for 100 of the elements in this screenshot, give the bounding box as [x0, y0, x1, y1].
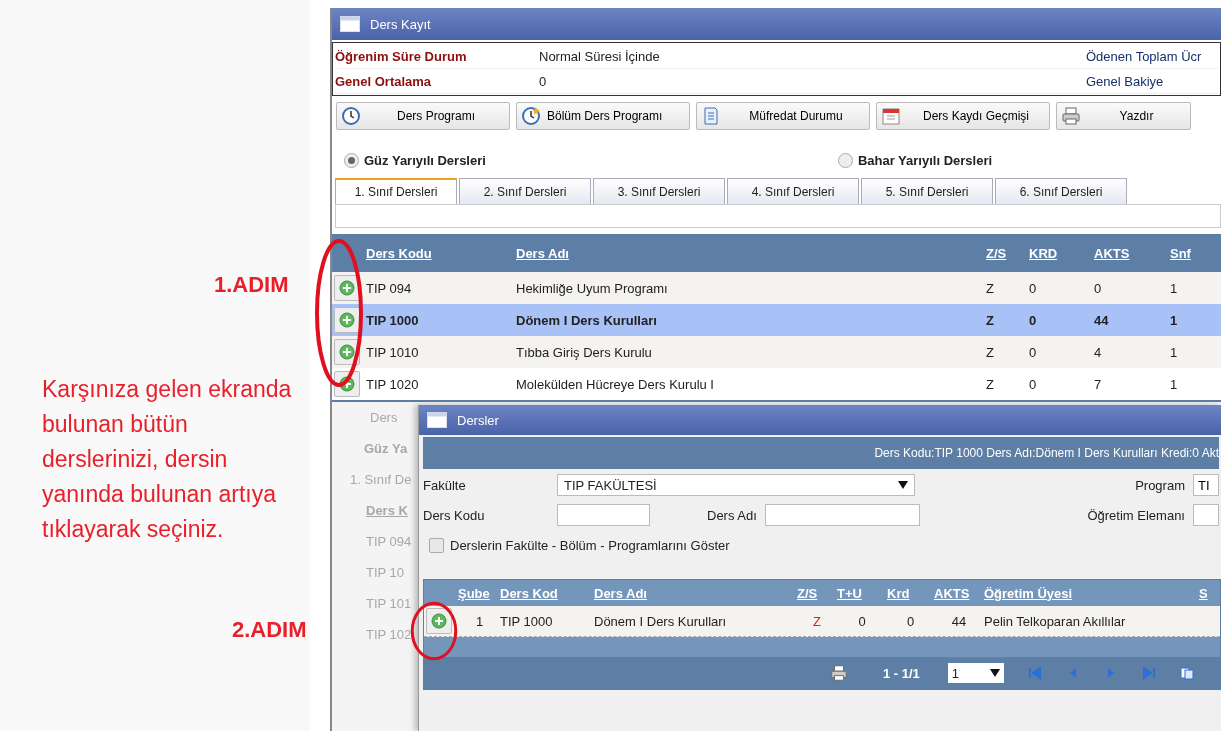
caret-icon	[898, 481, 908, 489]
table-cell-text: TIP 1000	[366, 312, 420, 328]
table-cell-text: TIP 101	[366, 595, 412, 613]
column-header[interactable]: AKTS	[1094, 245, 1170, 261]
printer-icon[interactable]	[829, 664, 849, 682]
table-cell-text: 44	[1094, 312, 1110, 328]
toolbar-button[interactable]: Müfredat Durumu	[696, 102, 870, 130]
info-value: Normal Süresi İçinde	[539, 48, 661, 64]
info-value: 0	[539, 73, 548, 89]
add-button[interactable]	[334, 307, 360, 333]
program-field[interactable]: TI	[1193, 474, 1219, 496]
toolbar-button[interactable]: Bölüm Ders Programı	[516, 102, 690, 130]
table-cell-text: Hekimliğe Uyum Programı	[516, 280, 669, 296]
table-row[interactable]: TIP 094 Hekimliğe Uyum Programı Z 0 0 1	[332, 272, 1221, 304]
table-cell-text: TIP 094	[366, 280, 413, 296]
table-cell-text: 7	[1094, 376, 1103, 392]
table-cell-text: 0	[857, 613, 867, 629]
toolbar-button[interactable]: Ders Programı	[336, 102, 510, 130]
table-cell-text: TIP 1000	[500, 613, 554, 629]
table-cell-text: 1	[1170, 376, 1179, 392]
column-header: Ders K	[366, 502, 408, 520]
table-cell-text: TIP 10	[366, 564, 405, 582]
table-row[interactable]: TIP 1010 Tıbba Giriş Ders Kurulu Z 0 4 1	[332, 336, 1221, 368]
calendar-icon	[881, 106, 901, 126]
step-label: 2.ADIM	[232, 617, 307, 643]
table-cell-text: 0	[1094, 280, 1103, 296]
table-cell-text: Z	[986, 376, 995, 392]
course-code-field[interactable]	[557, 504, 650, 526]
table-cell-text: 1	[475, 613, 485, 629]
caret-icon	[989, 669, 1000, 677]
tab[interactable]: 3. Sınıf Dersleri	[593, 178, 725, 204]
instruction-text: Karşınıza gelen ekranda bulunan bütün derslerinizi, dersin yanında bulunan artıya tıklayarak seçiniz.	[42, 375, 293, 544]
dialog-title: Dersler	[457, 412, 499, 428]
info-label: Ödenen Toplam Ücr	[1086, 48, 1203, 64]
table-cell-text: 0	[1029, 280, 1038, 296]
printer-icon	[1061, 106, 1081, 126]
table-cell-text: Z	[986, 312, 995, 328]
add-button[interactable]	[426, 608, 452, 634]
table-cell-text: TIP 102	[366, 626, 412, 644]
radio-text: Güz Ya	[364, 440, 408, 458]
table-cell-text: 4	[1094, 344, 1103, 360]
column-header[interactable]: Ders Kodu	[366, 245, 516, 261]
tab[interactable]: 1. Sınıf Dersleri	[335, 178, 457, 204]
table-cell-text: 0	[1029, 376, 1038, 392]
tab[interactable]: 5. Sınıf Dersleri	[861, 178, 993, 204]
window-icon	[340, 16, 360, 32]
table-cell-text: 1	[1170, 344, 1179, 360]
table-cell-text: 0	[905, 613, 916, 629]
info-label: Öğrenim Süre Durum	[335, 48, 468, 64]
clock-icon	[341, 106, 361, 126]
button-text: Ders	[370, 409, 398, 427]
table-cell-text: 1	[1170, 312, 1179, 328]
table-cell-text: TIP 1010	[366, 344, 420, 360]
table-row[interactable]: TIP 1000 Dönem I Ders Kurulları Z 0 44 1	[332, 304, 1221, 336]
info-label: Genel Bakiye	[1086, 73, 1165, 89]
add-button[interactable]	[334, 275, 360, 301]
table-cell-text: 0	[1029, 344, 1038, 360]
table-cell-text: Z	[812, 613, 822, 629]
table-cell-text: TIP 094	[366, 533, 412, 551]
table-cell-text: Dönem I Ders Kurulları	[594, 613, 728, 629]
field-label: Ders Kodu	[423, 507, 486, 523]
semester-radio[interactable]: Bahar Yarıyılı Dersleri	[837, 152, 993, 168]
table-cell-text: 1	[1170, 280, 1179, 296]
table-cell-text: TIP 1020	[366, 376, 420, 392]
table-cell-text: Z	[986, 344, 995, 360]
document-icon	[701, 106, 721, 126]
toolbar-button[interactable]: Yazdır	[1056, 102, 1191, 130]
tab[interactable]: 4. Sınıf Dersleri	[727, 178, 859, 204]
course-info: Ders Kodu:TIP 1000 Ders Adı:Dönem I Ders Kurulları Kredi:0 Akt	[874, 446, 1219, 460]
column-header[interactable]: Z/S	[986, 245, 1029, 261]
faculty-select[interactable]: TIP FAKÜLTESİ	[557, 474, 915, 496]
table-cell-text: 44	[950, 613, 968, 629]
table-cell-text: Dönem I Ders Kurulları	[516, 312, 658, 328]
export-icon[interactable]	[1179, 666, 1194, 680]
field-label: Program	[1135, 477, 1185, 493]
tab-text: 1. Sınıf De	[350, 471, 412, 489]
info-label: Genel Ortalama	[335, 73, 433, 89]
column-header[interactable]: KRD	[1029, 245, 1094, 261]
page-select[interactable]: 1	[947, 663, 1004, 683]
step-label: 1.ADIM	[214, 272, 289, 298]
toolbar-button[interactable]: Ders Kaydı Geçmişi	[876, 102, 1050, 130]
window-title: Ders Kayıt	[370, 16, 431, 32]
course-name-field[interactable]	[764, 504, 920, 526]
column-header[interactable]: Ders Adı	[516, 245, 986, 261]
field-label: Ders Adı	[707, 507, 757, 523]
show-programs-checkbox[interactable]: Derslerin Fakülte - Bölüm - Programlarını Göster	[423, 533, 1219, 557]
teacher-field[interactable]	[1193, 504, 1219, 526]
field-label: Fakülte	[423, 477, 467, 493]
field-label: Öğretim Elemanı	[1087, 507, 1185, 523]
window-icon	[427, 412, 447, 428]
column-header[interactable]: Snf	[1170, 245, 1221, 261]
table-cell-text: Z	[986, 280, 995, 296]
semester-radio[interactable]: Güz Yarıyılı Dersleri	[344, 152, 486, 168]
table-cell-text: Molekülden Hücreye Ders Kurulu I	[516, 376, 715, 392]
tab[interactable]: 2. Sınıf Dersleri	[459, 178, 591, 204]
clock-icon	[521, 106, 541, 126]
page-range: 1 - 1/1	[883, 665, 920, 681]
table-cell-text: Pelin Telkoparan Akıllılar	[984, 613, 1127, 629]
tab[interactable]: 6. Sınıf Dersleri	[995, 178, 1127, 204]
table-cell-text: Tıbba Giriş Ders Kurulu	[516, 344, 653, 360]
